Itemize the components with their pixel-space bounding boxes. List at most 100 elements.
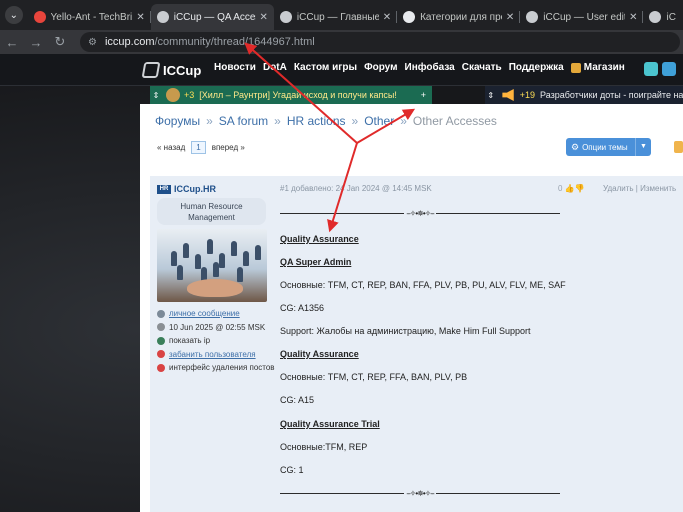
reload-icon[interactable]: ↻ (48, 34, 72, 50)
logo-icon (141, 62, 161, 78)
favicon-icon (33, 11, 46, 23)
tab-title: iCCup — QA Accesses (173, 11, 256, 23)
close-icon[interactable]: ✕ (383, 12, 391, 23)
ticker-add-button[interactable]: + (421, 90, 426, 100)
browser-tab[interactable]: Категории для профил ✕ (397, 4, 521, 30)
browser-tab[interactable]: iCCup — User edit ✕ (520, 4, 644, 30)
thumbs-up-icon[interactable]: 👍 (565, 184, 575, 193)
delete-posts-interface-action[interactable]: интерфейс удаления постов (157, 361, 275, 375)
browser-tab[interactable]: iCCup — Главные фор ✕ (274, 4, 398, 30)
clock-icon (157, 323, 165, 332)
post-line: CG: 1 (280, 465, 304, 475)
thumbs-down-icon[interactable]: 👎 (575, 184, 585, 193)
browser-tab[interactable]: Yello-Ant - TechBringer ✕ (28, 4, 151, 30)
back-arrow-icon[interactable]: ← (0, 35, 24, 50)
ticker-text[interactable]: Разработчики доты - поиграйте на р (540, 90, 683, 100)
breadcrumb-other[interactable]: Other (364, 114, 394, 128)
next-page-link[interactable]: вперед » (212, 143, 245, 152)
announcement-ticker[interactable]: ⇕ +19 Разработчики доты - поиграйте на р (485, 86, 683, 104)
breadcrumb-separator: » (206, 114, 213, 128)
heading-qa-trial: Quality Assurance Trial (280, 419, 380, 429)
rating-value: 0 (558, 184, 563, 193)
pagination: « назад 1 вперед » (157, 141, 245, 154)
nav-infobase[interactable]: Инфобаза (405, 62, 455, 73)
breadcrumb-separator: » (400, 114, 407, 128)
nav-forum[interactable]: Форум (364, 62, 397, 73)
news-ticker[interactable]: ⇕ +3 [Хилл – Раунтри] Угадай исход и пол… (150, 86, 432, 104)
action-label[interactable]: показать ip (169, 334, 210, 348)
ip-icon (157, 336, 165, 345)
show-ip-action[interactable]: показать ip (157, 334, 275, 348)
post-line: Основные: TFM, CT, REP, BAN, FFA, PLV, P… (280, 280, 566, 290)
post-line: Support: Жалобы на администрацию, Make H… (280, 326, 531, 336)
nav-download[interactable]: Скачать (462, 62, 502, 73)
url-host: iccup.com (104, 36, 155, 48)
logo-text: ICCup (163, 62, 202, 78)
ornament-divider: --✧•✵•✧-- (280, 488, 560, 498)
header-icons (644, 62, 676, 76)
thread-options-button[interactable]: ⚙ Опции темы ▼ (566, 138, 651, 156)
breadcrumb-separator: » (274, 114, 281, 128)
profile-icon[interactable] (662, 62, 676, 76)
ticker-text[interactable]: [Хилл – Раунтри] Угадай исход и получи к… (199, 90, 397, 100)
message-icon (157, 309, 165, 318)
edit-post-link[interactable]: Изменить (640, 184, 676, 193)
breadcrumb-separator: » (351, 114, 359, 128)
chevron-down-icon: ⌄ (4, 6, 23, 24)
nav-shop[interactable]: Магазин (570, 62, 625, 73)
forward-arrow-icon[interactable]: → (24, 35, 48, 50)
browser-tab[interactable]: iC (643, 4, 683, 30)
nav-custom-games[interactable]: Кастом игры (294, 62, 357, 73)
heading-qa-super-admin: QA Super Admin (280, 257, 352, 267)
post-controls: Удалить | Изменить (603, 184, 677, 193)
prev-page-link[interactable]: « назад (157, 143, 185, 152)
post-meta: #1 добавлено: 24 Jan 2024 @ 14:45 MSK (280, 184, 432, 193)
browser-tab-strip: ⌄ Yello-Ant - TechBringer ✕ iCCup — QA A… (0, 0, 683, 30)
ornament-divider: --✧•✵•✧-- (280, 208, 560, 218)
page-number[interactable]: 1 (191, 141, 206, 154)
action-label[interactable]: забанить пользователя (169, 348, 256, 362)
role-line: Management (188, 213, 235, 222)
heading-qa: Quality Assurance (280, 349, 359, 359)
close-icon[interactable]: ✕ (260, 12, 268, 23)
post-line: CG: A1356 (280, 303, 325, 313)
nav-support[interactable]: Поддержка (509, 62, 564, 73)
updown-arrows-icon[interactable]: ⇕ (485, 91, 496, 100)
bookmark-icon[interactable] (674, 141, 683, 153)
action-label[interactable]: личное сообщение (169, 307, 240, 321)
site-logo[interactable]: ICCup (141, 60, 202, 80)
tab-title: iCCup — Главные фор (296, 11, 379, 23)
browser-tab-active[interactable]: iCCup — QA Accesses ✕ (150, 4, 274, 30)
options-label: Опции темы (582, 142, 628, 152)
updown-arrows-icon[interactable]: ⇕ (150, 91, 162, 100)
breadcrumb-sa-forum[interactable]: SA forum (219, 114, 268, 128)
send-message-action[interactable]: личное сообщение (157, 307, 275, 321)
action-label: 10 Jun 2025 @ 02:55 MSK (169, 322, 266, 332)
close-icon[interactable]: ✕ (136, 12, 144, 23)
breadcrumb-hr-actions[interactable]: HR actions (287, 114, 346, 128)
post-line: CG: A15 (280, 395, 315, 405)
ornament: --✧•✵•✧-- (406, 488, 434, 498)
action-label[interactable]: интерфейс удаления постов (169, 361, 275, 375)
ban-user-action[interactable]: забанить пользователя (157, 348, 275, 362)
site-settings-icon[interactable]: ⚙ (88, 37, 97, 48)
tab-title: Yello-Ant - TechBringer (50, 11, 133, 23)
nav-news[interactable]: Новости (214, 62, 256, 73)
nav-dota[interactable]: DotA (263, 62, 287, 73)
breadcrumb-forums[interactable]: Форумы (155, 114, 200, 128)
close-icon[interactable]: ✕ (629, 12, 637, 23)
user-actions: личное сообщение 10 Jun 2025 @ 02:55 MSK… (157, 307, 275, 375)
post-author[interactable]: HR ICCup.HR (157, 184, 216, 194)
megaphone-icon (502, 89, 514, 101)
ticker-count: +3 (184, 90, 195, 100)
author-name[interactable]: ICCup.HR (174, 184, 216, 194)
favicon-icon (403, 11, 416, 23)
tab-title: iC (666, 11, 676, 23)
close-icon[interactable]: ✕ (506, 12, 514, 23)
chevron-down-icon[interactable]: ▼ (635, 138, 651, 156)
messages-icon[interactable] (644, 62, 658, 76)
tab-search-button[interactable]: ⌄ (0, 0, 28, 30)
delete-post-link[interactable]: Удалить (603, 184, 634, 193)
address-bar[interactable]: ⚙ iccup.com/community/thread/1644967.htm… (80, 32, 680, 52)
shop-bag-icon (570, 62, 581, 73)
